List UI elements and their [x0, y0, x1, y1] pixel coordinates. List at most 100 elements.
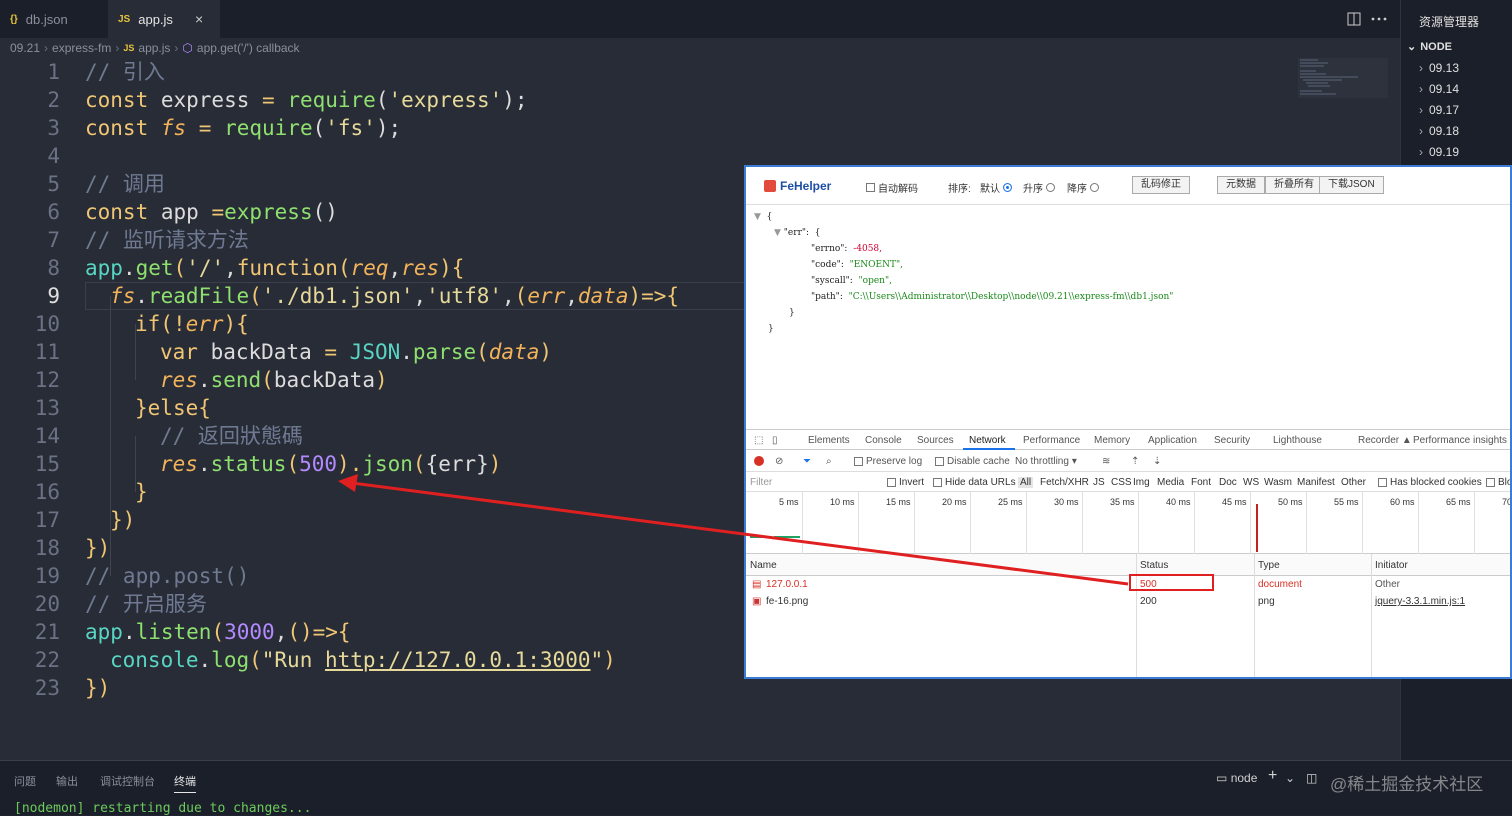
- timeline-tick: 60 ms: [1390, 497, 1415, 507]
- breadcrumb-item[interactable]: app.js: [138, 41, 170, 55]
- request-initiator: Other: [1375, 579, 1401, 590]
- tab-db-json[interactable]: {} db.json: [0, 0, 108, 38]
- column-initiator[interactable]: Initiator: [1375, 560, 1408, 571]
- caret-down-icon: ▾: [1071, 456, 1077, 467]
- column-status[interactable]: Status: [1140, 560, 1168, 571]
- type-filter[interactable]: Fetch/XHR: [1040, 477, 1089, 488]
- devtools-panel: ⬚ ▯ Elements Console Sources Network Per…: [746, 429, 1512, 677]
- document-file-icon: ▤: [752, 579, 762, 590]
- tab-security[interactable]: Security: [1214, 435, 1250, 446]
- collapse-icon[interactable]: ▼: [774, 228, 781, 238]
- blocked-cookies-checkbox[interactable]: Has blocked cookies: [1378, 477, 1482, 488]
- requests-table-header: Name Status Type Initiator: [746, 554, 1510, 576]
- inspect-icon[interactable]: ⬚: [754, 435, 763, 446]
- download-json-button[interactable]: 下载JSON: [1319, 176, 1384, 194]
- tab-memory[interactable]: Memory: [1094, 435, 1130, 446]
- type-filter-all[interactable]: All: [1018, 477, 1034, 488]
- tab-sources[interactable]: Sources: [917, 435, 954, 446]
- request-initiator-link[interactable]: jquery-3.3.1.min.js:1: [1375, 596, 1465, 607]
- tab-performance[interactable]: Performance: [1023, 435, 1080, 446]
- json-file-icon: {}: [10, 13, 18, 25]
- sort-desc-radio[interactable]: 降序: [1067, 180, 1099, 195]
- network-timeline[interactable]: 5 ms 10 ms 15 ms 20 ms 25 ms 30 ms 35 ms…: [746, 492, 1512, 554]
- request-name: 127.0.0.1: [766, 579, 808, 590]
- tab-output[interactable]: 输出: [56, 773, 78, 789]
- clear-icon[interactable]: ⊘: [775, 456, 783, 467]
- preserve-log-checkbox[interactable]: Preserve log: [854, 456, 922, 467]
- sort-default-radio[interactable]: 默认: [980, 180, 1012, 195]
- table-row[interactable]: ▣ fe-16.png 200 png jquery-3.3.1.min.js:…: [746, 593, 1510, 610]
- tab-console[interactable]: Console: [865, 435, 902, 446]
- type-filter[interactable]: Wasm: [1264, 477, 1292, 488]
- type-filter[interactable]: CSS: [1111, 477, 1132, 488]
- type-filter[interactable]: WS: [1243, 477, 1259, 488]
- split-terminal-icon[interactable]: ◫: [1306, 771, 1317, 785]
- import-har-icon[interactable]: ⇡: [1131, 456, 1139, 467]
- device-toolbar-icon[interactable]: ▯: [772, 435, 778, 446]
- blocked-requests-checkbox[interactable]: Blo: [1486, 477, 1510, 488]
- tab-performance-insights[interactable]: Performance insights: [1413, 435, 1507, 446]
- type-filter[interactable]: Other: [1341, 477, 1366, 488]
- tab-terminal[interactable]: 终端: [174, 773, 196, 793]
- breadcrumb-item[interactable]: express-fm: [52, 41, 111, 55]
- url-link[interactable]: http://127.0.0.1:3000: [325, 648, 591, 672]
- folder-item[interactable]: › 09.17: [1419, 103, 1459, 117]
- network-conditions-icon[interactable]: ≋: [1102, 456, 1110, 467]
- explorer-section-node[interactable]: ⌄ NODE: [1407, 40, 1452, 53]
- disable-cache-checkbox[interactable]: Disable cache: [935, 456, 1010, 467]
- record-icon[interactable]: [754, 456, 764, 466]
- tab-elements[interactable]: Elements: [808, 435, 850, 446]
- terminal-shell-selector[interactable]: ▭ node: [1216, 771, 1257, 785]
- devtools-tabs: ⬚ ▯ Elements Console Sources Network Per…: [746, 430, 1510, 450]
- timeline-tick: 70: [1502, 497, 1512, 507]
- filter-icon[interactable]: ⏷: [803, 456, 811, 467]
- minimap[interactable]: [1298, 58, 1388, 98]
- sort-label: 排序:: [948, 184, 971, 195]
- column-name[interactable]: Name: [750, 560, 777, 571]
- load-event-marker: [1256, 504, 1258, 552]
- type-filter[interactable]: Media: [1157, 477, 1184, 488]
- throttling-select[interactable]: No throttling ▾: [1015, 456, 1077, 467]
- type-filter[interactable]: Img: [1133, 477, 1150, 488]
- sort-asc-radio[interactable]: 升序: [1023, 180, 1055, 195]
- fix-encoding-button[interactable]: 乱码修正: [1132, 176, 1190, 194]
- folder-item[interactable]: › 09.14: [1419, 82, 1459, 96]
- breadcrumb-item[interactable]: app.get('/') callback: [197, 41, 300, 55]
- tab-network[interactable]: Network: [969, 435, 1006, 446]
- search-icon[interactable]: ⌕: [826, 456, 832, 467]
- tab-app-js[interactable]: JS app.js ×: [108, 0, 220, 38]
- folder-item[interactable]: › 09.13: [1419, 61, 1459, 75]
- export-har-icon[interactable]: ⇣: [1153, 456, 1161, 467]
- tab-problems[interactable]: 问题: [14, 773, 36, 789]
- timeline-tick: 45 ms: [1222, 497, 1247, 507]
- hide-data-urls-checkbox[interactable]: Hide data URLs: [933, 477, 1016, 488]
- type-filter[interactable]: Doc: [1219, 477, 1237, 488]
- tab-recorder[interactable]: Recorder ▲: [1358, 435, 1412, 446]
- collapse-icon[interactable]: ▼: [754, 212, 761, 222]
- tab-application[interactable]: Application: [1148, 435, 1197, 446]
- fold-all-button[interactable]: 折叠所有: [1265, 176, 1323, 194]
- more-actions-icon[interactable]: [1371, 17, 1387, 21]
- timeline-tick: 55 ms: [1334, 497, 1359, 507]
- breadcrumb: 09.21 › express-fm › JS app.js › ⬡ app.get(…: [0, 38, 1400, 58]
- tab-debug-console[interactable]: 调试控制台: [100, 773, 155, 789]
- type-filter[interactable]: Manifest: [1297, 477, 1335, 488]
- filter-input[interactable]: Filter: [750, 477, 772, 488]
- column-type[interactable]: Type: [1258, 560, 1280, 571]
- type-filter[interactable]: JS: [1093, 477, 1105, 488]
- metadata-button[interactable]: 元数据: [1217, 176, 1265, 194]
- tab-lighthouse[interactable]: Lighthouse: [1273, 435, 1322, 446]
- close-icon[interactable]: ×: [195, 11, 203, 27]
- folder-item[interactable]: › 09.19: [1419, 145, 1459, 159]
- chevron-down-icon[interactable]: ⌄: [1285, 771, 1295, 785]
- chevron-right-icon: ›: [1419, 124, 1423, 138]
- add-terminal-button[interactable]: +: [1268, 767, 1277, 785]
- breadcrumb-item[interactable]: 09.21: [10, 41, 40, 55]
- split-editor-icon[interactable]: [1347, 12, 1361, 26]
- folder-item[interactable]: › 09.18: [1419, 124, 1459, 138]
- timeline-tick: 50 ms: [1278, 497, 1303, 507]
- type-filter[interactable]: Font: [1191, 477, 1211, 488]
- explorer-title: 资源管理器: [1419, 15, 1480, 29]
- invert-checkbox[interactable]: Invert: [887, 477, 924, 488]
- auto-decode-checkbox[interactable]: 自动解码: [866, 180, 918, 195]
